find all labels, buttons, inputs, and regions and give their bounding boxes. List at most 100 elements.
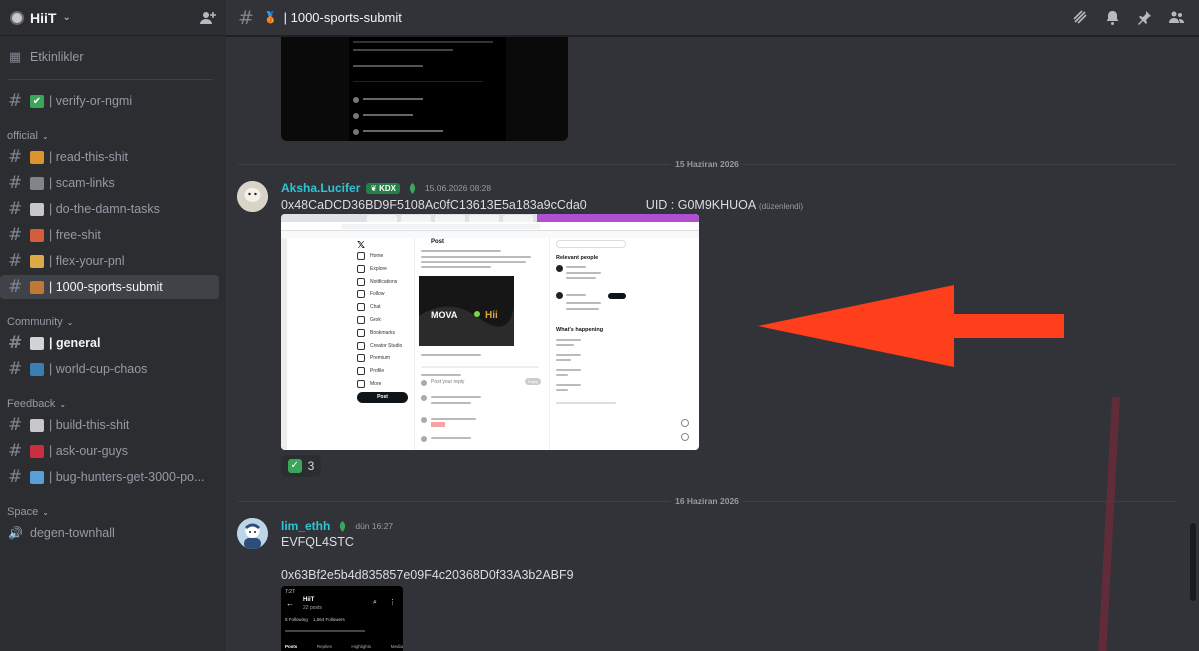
message-image-attachment[interactable]: 7:27 ← HiiT 22 posts ⌕ ⋮ 8 Following 1,5… [281,586,403,651]
date-divider-label: 15 Haziran 2026 [671,159,743,169]
mock-nav-item: Home [357,252,383,260]
reaction-count: 3 [307,459,315,473]
channel-label: | flex-your-pnl [49,254,125,268]
mock-nav-item: Premium [357,354,390,362]
channel-build-this-shit[interactable]: # | build-this-shit [0,413,219,437]
channel-bug-hunters-get-3000-po[interactable]: # | bug-hunters-get-3000-po... [0,465,219,489]
category-official[interactable]: official ⌄ [7,130,49,142]
mock-followers: 1,564 Followers [313,617,345,622]
channel-label: | world-cup-chaos [49,362,148,376]
date-divider-label: 16 Haziran 2026 [671,496,743,506]
message-author[interactable]: Aksha.Lucifer [281,181,360,195]
decorative-streak [1098,397,1120,651]
server-name-button[interactable]: HiiT ⌄ [10,10,200,26]
add-member-icon[interactable] [200,10,216,26]
message-timestamp: dün 16:27 [355,521,394,531]
calendar-icon: ▦ [8,49,22,65]
mock-nav-item: Chat [357,303,381,311]
reaction-check[interactable]: ✓ 3 [281,455,321,477]
mock-following: 8 Following [285,617,308,622]
check-emoji-icon: ✓ [287,459,302,473]
mock-nav-item: Bookmarks [357,329,395,337]
hash-icon: # [8,199,23,219]
mock-nav-item: Profile [357,367,384,375]
mock-media-brand-2: Hii [485,310,498,321]
channel-do-the-damn-tasks[interactable]: # | do-the-damn-tasks [0,197,219,221]
mock-nav-item: Grok [357,316,381,324]
mock-nav-item: More [357,380,381,388]
mock-reply-button: Reply [525,378,541,385]
channel-scam-links[interactable]: # | scam-links [0,171,219,195]
category-feedback[interactable]: Feedback ⌄ [7,398,66,410]
channel-emoji-icon [30,176,44,190]
hash-icon: # [8,359,23,379]
category-space[interactable]: Space ⌄ [7,506,49,518]
role-leaf-icon [409,182,416,194]
clan-tag-badge[interactable]: ❦ KDX [366,182,400,194]
channel-label: | 1000-sports-submit [49,280,163,294]
channel-emoji-icon [30,336,44,350]
mock-relevant-people: Relevant people [556,255,599,261]
voice-channel-degen-townhall[interactable]: 🔊 degen-townhall [0,521,219,545]
hash-icon: # [8,441,23,461]
category-label: Community [7,316,63,328]
member-list-icon[interactable] [1168,9,1185,26]
server-header[interactable]: HiiT ⌄ [0,0,226,36]
category-label: official [7,130,38,142]
chevron-down-icon: ⌄ [62,12,71,23]
category-label: Feedback [7,398,56,410]
channel-label: | build-this-shit [49,418,130,432]
chevron-down-icon: ⌄ [41,131,49,141]
hash-icon: # [8,91,23,111]
channel-emoji-icon [30,280,44,294]
mock-profile-name: HiiT [303,597,315,603]
channel-label: | scam-links [49,176,115,190]
mock-post-media: MOVA Hii [419,276,514,346]
channel-general[interactable]: # | general [0,331,219,355]
channel-1000-sports-submit[interactable]: # | 1000-sports-submit [0,275,219,299]
events-item[interactable]: ▦ Etkinlikler [0,45,219,69]
hash-icon: # [8,467,23,487]
mock-post-header: Post [431,239,445,245]
avatar[interactable] [237,181,268,212]
category-community[interactable]: Community ⌄ [7,316,73,328]
channel-verify-or-ngmi[interactable]: # ✔ | verify-or-ngmi [0,89,219,113]
channel-ask-our-guys[interactable]: # | ask-our-guys [0,439,219,463]
hash-icon: # [8,147,23,167]
notification-bell-icon[interactable] [1104,9,1121,26]
mock-nav-item: Follow [357,290,384,298]
channel-label: | read-this-shit [49,150,128,164]
hash-icon: # [8,333,23,353]
channel-emoji-icon [30,150,44,164]
channel-label: | ask-our-guys [49,444,128,458]
hash-icon: # [8,173,23,193]
events-label: Etkinlikler [30,50,84,64]
server-logo-icon [10,10,24,25]
message-timestamp: 15.06.2026 08:28 [424,183,492,193]
message-image-attachment[interactable] [281,37,568,141]
message-author[interactable]: lim_ethh [281,519,330,533]
channel-flex-your-pnl[interactable]: # | flex-your-pnl [0,249,219,273]
hash-icon: # [8,225,23,245]
channel-free-shit[interactable]: # | free-shit [0,223,219,247]
mock-profile-posts: 22 posts [303,605,322,611]
server-name: HiiT [30,9,57,26]
channel-header: # 🥉 | 1000-sports-submit [226,0,1199,36]
avatar[interactable] [237,518,268,549]
bronze-medal-icon: 🥉 [263,12,278,24]
threads-icon[interactable] [1072,9,1089,26]
message-content: EVFQL4STC [281,535,354,549]
channel-world-cup-chaos[interactable]: # | world-cup-chaos [0,357,219,381]
hash-icon: # [8,251,23,271]
message-image-attachment[interactable]: 𝕏 Home Explore Notifications Follow Chat Grok… [281,214,699,450]
mock-nav-item: Notifications [357,278,397,286]
scrollbar-thumb[interactable] [1190,523,1196,601]
pin-icon[interactable] [1136,9,1153,26]
channel-emoji-icon [30,444,44,458]
channel-sidebar: HiiT ⌄ ▦ Etkinlikler # ✔ | verify-or-ngm… [0,0,226,651]
mock-reply-placeholder: Post your reply [431,379,465,385]
channel-label: | general [49,336,101,350]
channel-emoji-icon [30,202,44,216]
channel-read-this-shit[interactable]: # | read-this-shit [0,145,219,169]
mock-profile-tab: Replies [316,644,332,649]
